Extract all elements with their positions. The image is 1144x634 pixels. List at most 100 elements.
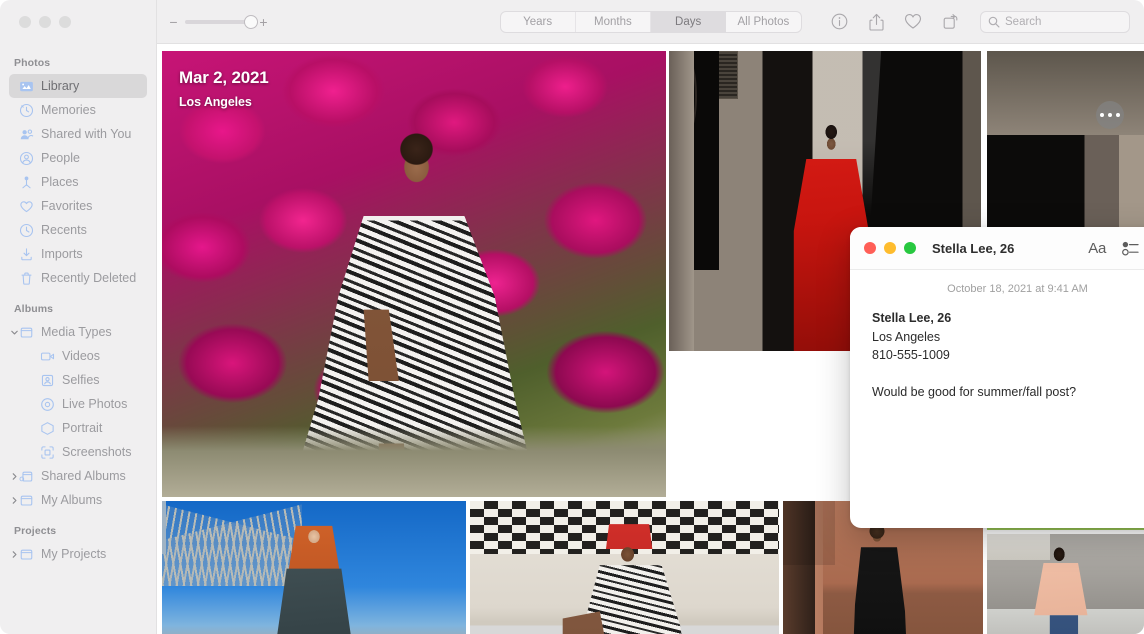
sidebar-item-media-types[interactable]: Media Types [9, 320, 147, 344]
sidebar-item-label: People [41, 151, 80, 165]
sidebar-section-header: Projects [14, 525, 57, 537]
chevron-down-icon[interactable] [8, 328, 20, 337]
sidebar-item-label: Shared with You [41, 127, 132, 141]
zoom-out-button[interactable]: − [169, 15, 178, 29]
note-window-title: Stella Lee, 26 [932, 240, 1015, 256]
note-minimize-button[interactable] [884, 242, 896, 254]
zoom-slider-track[interactable] [185, 14, 258, 29]
people-icon [19, 151, 34, 166]
dot [1115, 112, 1121, 118]
photo-thumbnail[interactable] [162, 501, 466, 634]
heart-icon [19, 199, 34, 214]
sidebar-item-memories[interactable]: Memories [9, 98, 147, 122]
sidebar-item-my-albums[interactable]: My Albums [9, 488, 147, 512]
sidebar-item-shared-albums[interactable]: Shared Albums [9, 464, 147, 488]
live-photo-icon [40, 397, 55, 412]
minimize-button[interactable] [39, 16, 51, 28]
note-contact-city: Los Angeles [872, 329, 941, 344]
close-button[interactable] [19, 16, 31, 28]
zoom-slider[interactable]: − + [169, 14, 268, 29]
search-input[interactable]: Search [980, 10, 1130, 33]
favorite-icon[interactable] [903, 12, 923, 32]
sidebar-item-label: Portrait [62, 421, 103, 435]
import-icon [19, 247, 34, 262]
video-icon [40, 349, 55, 364]
sidebar-item-live-photos[interactable]: Live Photos [9, 392, 147, 416]
selfie-icon [40, 373, 55, 388]
sidebar-item-selfies[interactable]: Selfies [9, 368, 147, 392]
main-content: − + Years Months Days All Photos Search … [157, 0, 1144, 634]
tab-years[interactable]: Years [501, 11, 576, 32]
sidebar-item-label: Recents [41, 223, 87, 237]
note-contact-phone: 810-555-1009 [872, 348, 950, 362]
sidebar-item-library[interactable]: Library [9, 74, 147, 98]
note-text: Would be good for summer/fall post? [872, 384, 1077, 399]
note-window[interactable]: Stella Lee, 26 Aa October 18, 2021 at 9:… [850, 227, 1144, 528]
tab-all-photos[interactable]: All Photos [726, 12, 800, 32]
zoom-in-button[interactable]: + [259, 15, 268, 29]
sidebar-item-label: Favorites [41, 199, 93, 213]
sidebar-item-my-projects[interactable]: My Projects [9, 542, 147, 566]
window-traffic-lights [0, 0, 156, 44]
zoom-slider-knob[interactable] [244, 14, 258, 29]
sidebar-item-label: Library [41, 79, 80, 93]
sidebar-item-favorites[interactable]: Favorites [9, 194, 147, 218]
photo-thumbnail[interactable] [987, 534, 1144, 634]
search-icon [988, 16, 1000, 28]
library-icon [19, 79, 34, 94]
sidebar-item-portrait[interactable]: Portrait [9, 416, 147, 440]
photo-thumbnail[interactable]: Mar 2, 2021 Los Angeles [162, 51, 666, 497]
info-icon[interactable] [829, 12, 849, 32]
rotate-icon[interactable] [940, 12, 960, 32]
folder-icon [19, 325, 34, 340]
photo-grid: Mar 2, 2021 Los Angeles Stella Lee, 26 A… [157, 45, 1144, 634]
tab-months[interactable]: Months [576, 11, 651, 32]
sidebar-item-people[interactable]: People [9, 146, 147, 170]
places-icon [19, 175, 34, 190]
chevron-right-icon[interactable] [8, 496, 20, 505]
sidebar-item-label: Recently Deleted [41, 271, 137, 285]
shared-with-you-icon [19, 127, 34, 142]
photo-thumbnail[interactable] [470, 501, 779, 634]
note-zoom-button[interactable] [904, 242, 916, 254]
clock-icon [19, 223, 34, 238]
sidebar-item-recents[interactable]: Recents [9, 218, 147, 242]
memories-icon [19, 103, 34, 118]
note-titlebar: Stella Lee, 26 Aa [850, 227, 1144, 270]
sidebar-item-recently-deleted[interactable]: Recently Deleted [9, 266, 147, 290]
sidebar-section-header: Albums [14, 303, 54, 315]
sidebar-item-screenshots[interactable]: Screenshots [9, 440, 147, 464]
note-spacer [872, 365, 1144, 383]
sidebar-item-shared-with-you[interactable]: Shared with You [9, 122, 147, 146]
more-options-button[interactable] [1096, 101, 1124, 129]
portrait-icon [40, 421, 55, 436]
toolbar-actions: Search [829, 10, 1144, 33]
share-icon[interactable] [866, 12, 886, 32]
search-placeholder: Search [1005, 15, 1042, 28]
screenshot-icon [40, 445, 55, 460]
sidebar-item-label: Imports [41, 247, 83, 261]
note-contact-name: Stella Lee, 26 [872, 311, 952, 325]
format-text-button[interactable]: Aa [1088, 240, 1106, 257]
note-close-button[interactable] [864, 242, 876, 254]
sidebar-item-videos[interactable]: Videos [9, 344, 147, 368]
sidebar-list: Photos Library Memories Shared with You Peop… [0, 44, 156, 566]
sidebar-item-label: Memories [41, 103, 96, 117]
folder-icon [19, 493, 34, 508]
sidebar-item-label: Live Photos [62, 397, 128, 411]
checklist-button[interactable] [1122, 241, 1139, 256]
chevron-right-icon[interactable] [8, 550, 20, 559]
view-mode-segmented-control[interactable]: Years Months Days All Photos [499, 10, 802, 33]
note-body[interactable]: October 18, 2021 at 9:41 AM Stella Lee, … [850, 270, 1144, 528]
zoom-button[interactable] [59, 16, 71, 28]
sidebar: Photos Library Memories Shared with You Peop… [0, 0, 157, 634]
sidebar-item-places[interactable]: Places [9, 170, 147, 194]
note-timestamp: October 18, 2021 at 9:41 AM [947, 283, 1088, 295]
sidebar-item-label: Media Types [41, 325, 112, 339]
sidebar-item-imports[interactable]: Imports [9, 242, 147, 266]
shared-album-icon [19, 469, 34, 484]
sidebar-item-label: My Projects [41, 547, 107, 561]
sidebar-section-header: Photos [14, 57, 51, 69]
chevron-right-icon[interactable] [8, 472, 20, 481]
tab-days[interactable]: Days [651, 11, 727, 32]
